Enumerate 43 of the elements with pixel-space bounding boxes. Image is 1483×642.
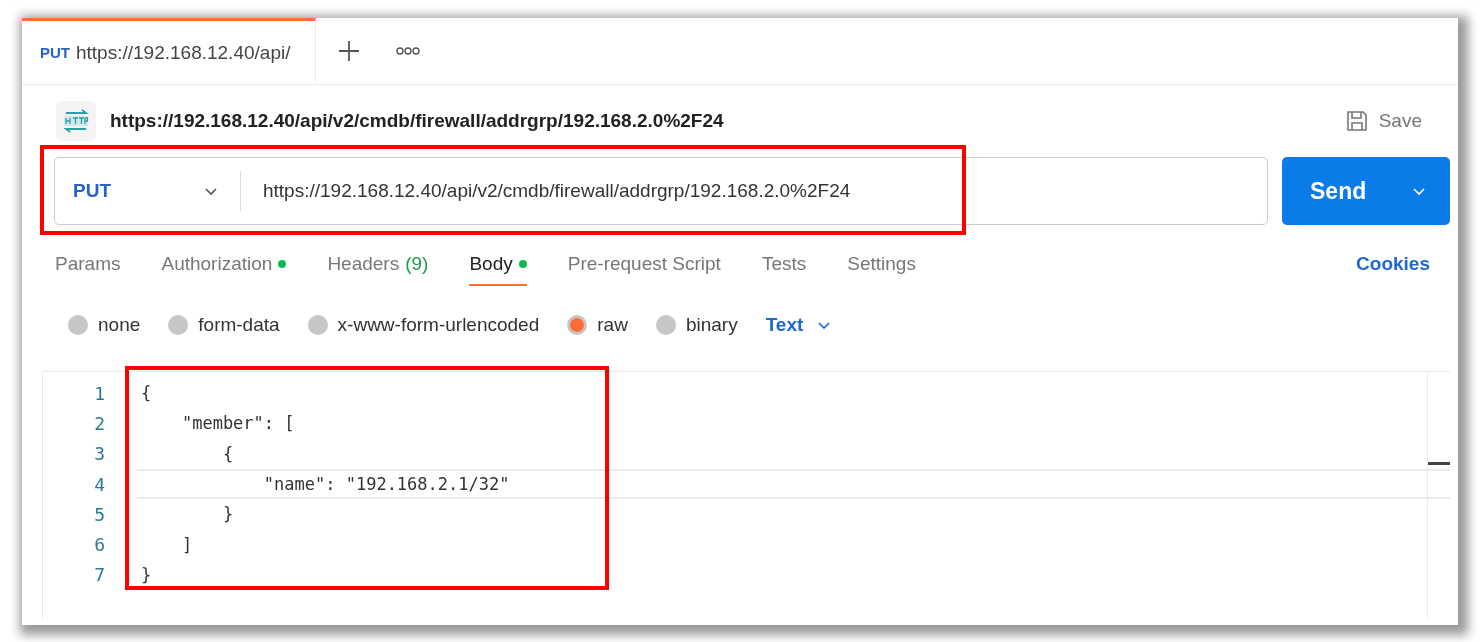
request-option-tab[interactable]: Body bbox=[469, 242, 527, 286]
radio-label: x-www-form-urlencoded bbox=[337, 314, 540, 336]
request-url-title: https://192.168.12.40/api/v2/cmdb/firewall/addrgrp/192.168.2.0%2F24 bbox=[110, 110, 725, 132]
radio-button[interactable] bbox=[307, 315, 328, 335]
cookies-link[interactable]: Cookies bbox=[1356, 253, 1430, 275]
request-option-tab[interactable]: Headers (9) bbox=[327, 242, 429, 286]
line-number: 6 bbox=[93, 534, 106, 556]
line-number: 7 bbox=[93, 564, 106, 586]
code-line: } bbox=[140, 563, 153, 587]
code-line: "member": [ bbox=[180, 412, 296, 436]
line-number: 4 bbox=[93, 473, 106, 495]
request-option-tab[interactable]: Authorization bbox=[161, 242, 287, 286]
line-number: 2 bbox=[93, 412, 106, 434]
url-field[interactable]: PUT https://192.168.12.40/api/v2/cmdb/firewall/addrgrp/192.168.2.0%2F24 bbox=[54, 157, 1268, 225]
format-dropdown[interactable]: Text bbox=[765, 314, 832, 336]
line-number: 3 bbox=[93, 443, 106, 465]
code-editor[interactable]: 1 { 2 "member": [ 3 { 4 "name": "192.168.2.1/32" 5 } 6 ] 7 } bbox=[42, 371, 1450, 618]
request-tab[interactable]: PUT https://192.168.12.40/api/ bbox=[22, 18, 316, 84]
save-button[interactable]: Save bbox=[1338, 108, 1428, 134]
code-line: "name": "192.168.2.1/32" bbox=[137, 468, 1450, 500]
radio-button[interactable] bbox=[168, 315, 189, 335]
request-option-tab[interactable]: Params bbox=[55, 242, 121, 286]
line-number: 1 bbox=[93, 382, 106, 404]
save-icon bbox=[1344, 109, 1369, 133]
plus-icon[interactable] bbox=[338, 40, 360, 62]
radio-button[interactable] bbox=[567, 315, 588, 335]
more-icon[interactable] bbox=[396, 47, 420, 55]
radio-button[interactable] bbox=[68, 315, 88, 335]
code-line: { bbox=[221, 442, 235, 466]
radio-label: raw bbox=[597, 314, 628, 336]
request-option-tab[interactable]: Pre-request Script bbox=[567, 242, 721, 286]
code-line: } bbox=[221, 503, 235, 527]
method-dropdown[interactable]: PUT bbox=[55, 171, 241, 211]
radio-label: none bbox=[98, 314, 141, 336]
send-button[interactable]: Send bbox=[1282, 157, 1450, 225]
code-line: { bbox=[140, 382, 153, 406]
radio-button[interactable] bbox=[655, 315, 676, 335]
line-number: 5 bbox=[93, 503, 106, 525]
request-option-tab[interactable]: Tests bbox=[761, 242, 807, 286]
code-line: ] bbox=[180, 533, 194, 557]
request-option-tab[interactable]: Settings bbox=[847, 242, 916, 286]
radio-label: binary bbox=[685, 314, 738, 336]
radio-label: form-data bbox=[198, 314, 280, 336]
